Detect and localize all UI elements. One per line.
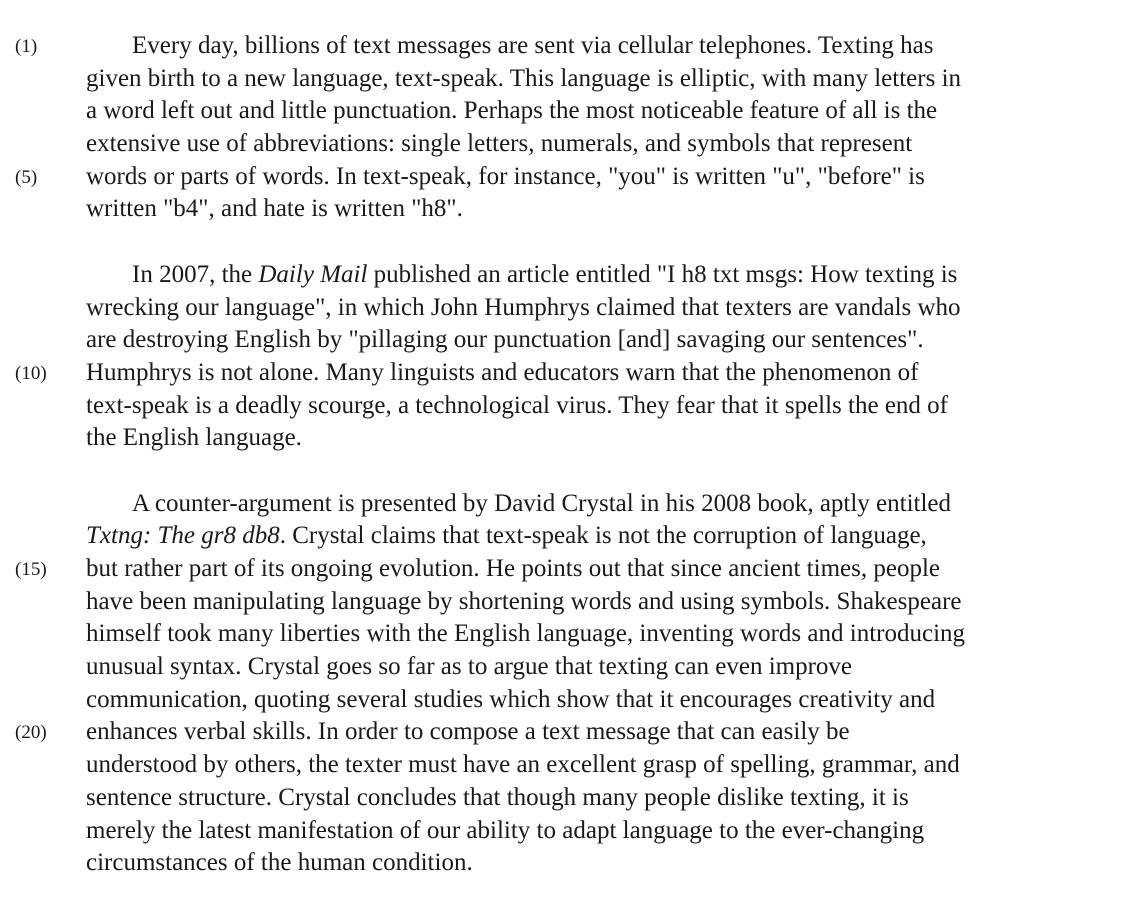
line-text: communication, quoting several studies w…: [86, 685, 936, 713]
passage-line: given birth to a new language, text-spea…: [0, 63, 1122, 96]
passage-line: (10) Humphrys is not alone. Many linguis…: [0, 357, 1122, 390]
line-text: text-speak is a deadly scourge, a techno…: [86, 391, 948, 419]
passage-line: extensive use of abbreviations: single l…: [0, 128, 1122, 161]
line-text-pre: In 2007, the: [132, 260, 259, 288]
passage-line: circumstances of the human condition.: [0, 847, 1122, 880]
line-number: (15): [15, 559, 47, 580]
passage-line: (5) words or parts of words. In text-spe…: [0, 161, 1122, 194]
passage-line: (1) Every day, billions of text messages…: [0, 30, 1122, 63]
passage-line: merely the latest manifestation of our a…: [0, 815, 1122, 848]
passage-line: A counter-argument is presented by David…: [0, 488, 1122, 521]
line-text: In 2007, the Daily Mail published an art…: [132, 259, 957, 292]
line-text: have been manipulating language by short…: [86, 587, 962, 615]
line-number: (5): [15, 166, 38, 188]
passage-line: the English language.: [0, 422, 1122, 455]
line-text: sentence structure. Crystal concludes th…: [86, 783, 909, 811]
line-text: extensive use of abbreviations: single l…: [86, 130, 913, 158]
book-title: Txtng: The gr8 db8: [86, 522, 280, 550]
publication-title: Daily Mail: [258, 260, 368, 288]
reading-passage: (1) Every day, billions of text messages…: [0, 30, 1122, 880]
passage-line: wrecking our language", in which John Hu…: [0, 292, 1122, 325]
line-number: (20): [15, 722, 47, 744]
line-text: merely the latest manifestation of our a…: [86, 816, 925, 844]
passage-line: unusual syntax. Crystal goes so far as t…: [0, 651, 1122, 684]
line-text: a word left out and little punctuation. …: [86, 97, 938, 125]
passage-line: sentence structure. Crystal concludes th…: [0, 782, 1122, 815]
line-text: are destroying English by "pillaging our…: [86, 326, 924, 354]
passage-line: have been manipulating language by short…: [0, 586, 1122, 619]
line-text: understood by others, the texter must ha…: [86, 751, 960, 779]
line-text: given birth to a new language, text-spea…: [86, 64, 962, 92]
line-text: himself took many liberties with the Eng…: [86, 620, 966, 648]
passage-line: In 2007, the Daily Mail published an art…: [0, 259, 1122, 292]
passage-line: text-speak is a deadly scourge, a techno…: [0, 390, 1122, 423]
passage-line: himself took many liberties with the Eng…: [0, 618, 1122, 651]
passage-line: written "b4", and hate is written "h8".: [0, 193, 1122, 226]
line-text-post: . Crystal claims that text-speak is not …: [279, 522, 927, 550]
line-text: words or parts of words. In text-speak, …: [86, 162, 925, 190]
line-number: (1): [15, 36, 38, 57]
line-text: written "b4", and hate is written "h8".: [86, 195, 463, 223]
passage-line: understood by others, the texter must ha…: [0, 749, 1122, 782]
line-text: the English language.: [86, 424, 302, 452]
passage-line: a word left out and little punctuation. …: [0, 95, 1122, 128]
passage-line: (20) enhances verbal skills. In order to…: [0, 716, 1122, 749]
passage-line: (15) but rather part of its ongoing evol…: [0, 553, 1122, 586]
line-text: A counter-argument is presented by David…: [132, 489, 952, 517]
passage-line: are destroying English by "pillaging our…: [0, 324, 1122, 357]
line-text: unusual syntax. Crystal goes so far as t…: [86, 653, 853, 681]
line-text-post: published an article entitled "I h8 txt …: [367, 260, 958, 288]
line-text: Humphrys is not alone. Many linguists an…: [86, 358, 919, 386]
line-text: enhances verbal skills. In order to comp…: [86, 718, 850, 746]
passage-line: Txtng: The gr8 db8. Crystal claims that …: [0, 520, 1122, 553]
line-text: but rather part of its ongoing evolution…: [86, 555, 940, 582]
line-text: circumstances of the human condition.: [86, 849, 473, 877]
line-number: (10): [15, 362, 47, 384]
line-text: Every day, billions of text messages are…: [132, 32, 934, 59]
line-text: wrecking our language", in which John Hu…: [86, 293, 961, 321]
passage-line: communication, quoting several studies w…: [0, 684, 1122, 717]
line-text: Txtng: The gr8 db8. Crystal claims that …: [86, 520, 927, 553]
